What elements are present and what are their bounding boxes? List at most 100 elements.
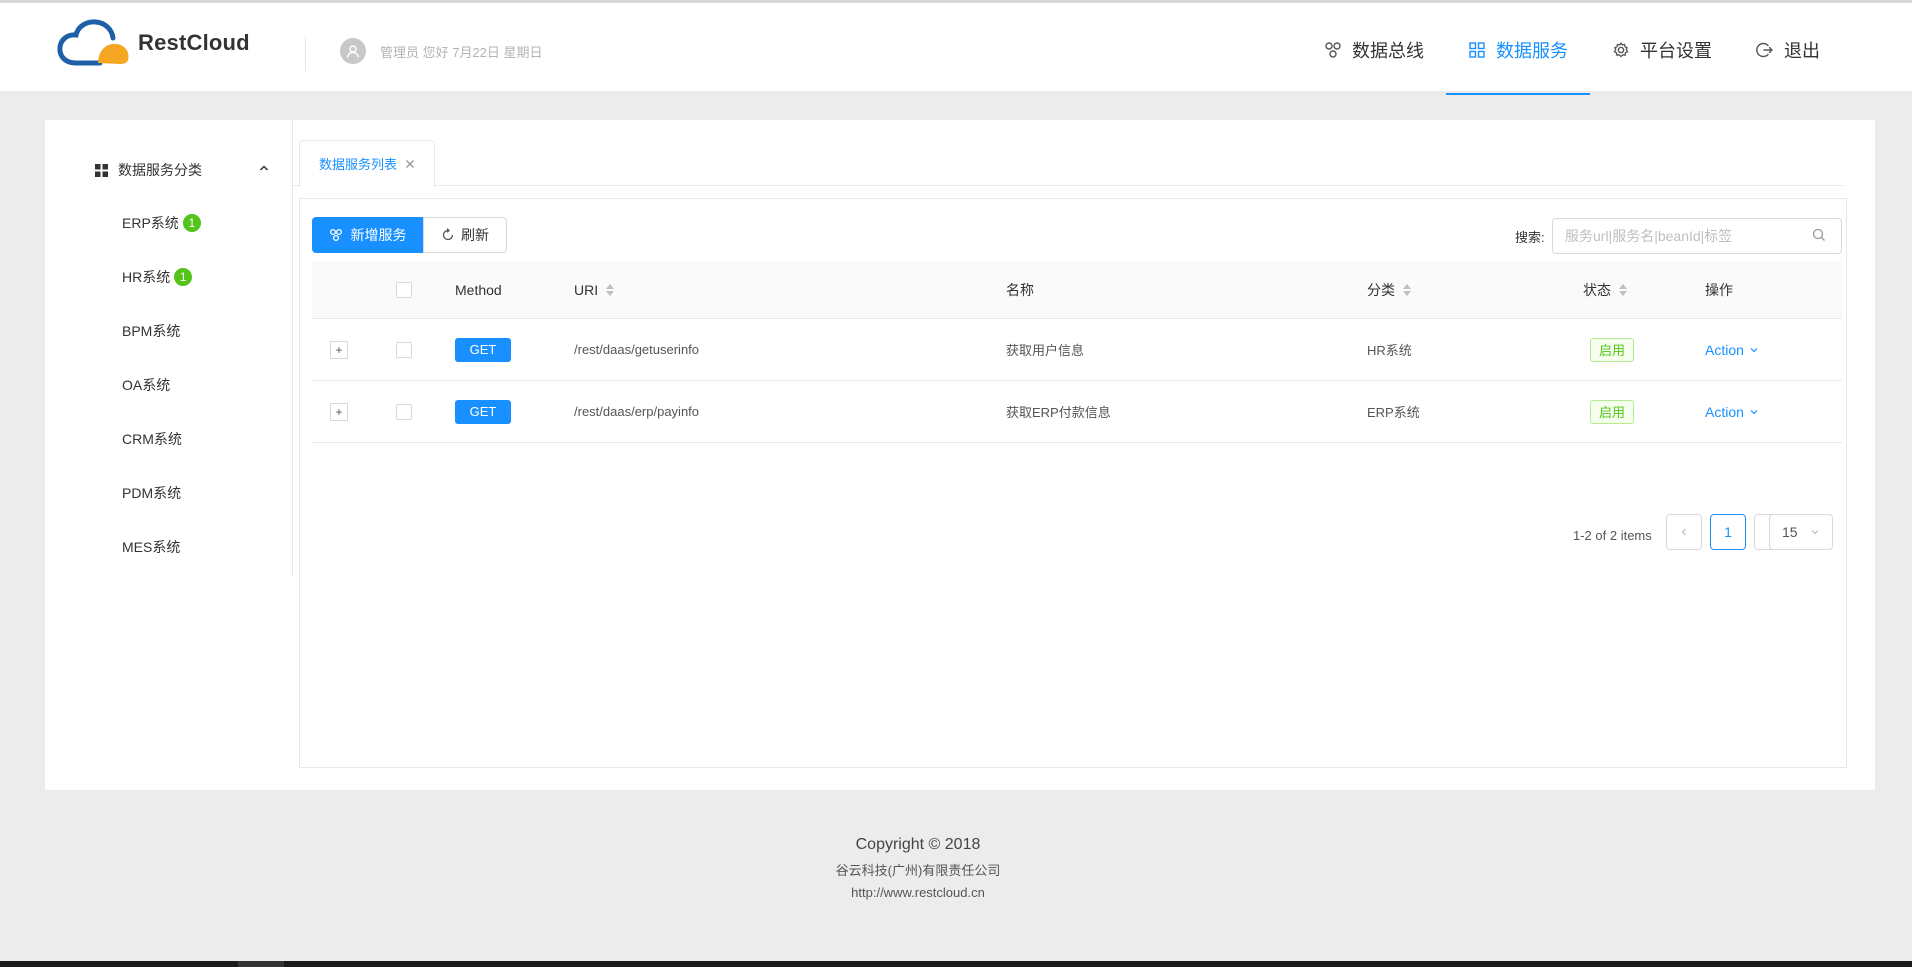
action-label: Action — [1705, 341, 1744, 358]
table-row: + GET /rest/daas/erp/payinfo 获取ERP付款信息 E… — [312, 381, 1842, 443]
column-label: URI — [574, 281, 599, 298]
user-greeting-text: 管理员 您好 7月22日 星期日 — [380, 44, 543, 60]
nav-data-bus-label: 数据总线 — [1352, 41, 1424, 61]
sidebar-item-hr[interactable]: HR系统 1 — [122, 266, 195, 288]
nav-data-service-label: 数据服务 — [1496, 41, 1568, 61]
sidebar-item-oa[interactable]: OA系统 — [122, 374, 170, 396]
sidebar-item-label: HR系统 — [122, 269, 171, 285]
app-header: RestCloud 管理员 您好 7月22日 星期日 数据总线 数据服务 平台设… — [0, 3, 1912, 95]
main-card: 数据服务分类 ERP系统 1 HR系统 1 BPM系统 OA系统 CRM系统 P… — [45, 120, 1875, 790]
tab-label: 数据服务列表 — [318, 157, 397, 172]
chevron-up-icon[interactable] — [258, 162, 270, 174]
apps-icon — [95, 163, 108, 177]
sidebar-item-mes[interactable]: MES系统 — [122, 536, 180, 558]
column-status[interactable]: 状态 — [1583, 261, 1627, 318]
column-label: 操作 — [1705, 281, 1733, 298]
user-avatar-icon[interactable] — [340, 38, 366, 64]
content-area: 数据服务列表 新增服务 刷新 搜索: 服务url|服务名|beanId|标签 M… — [293, 140, 1855, 768]
column-actions: 操作 — [1705, 261, 1733, 318]
column-category[interactable]: 分类 — [1367, 261, 1411, 318]
gear-icon — [1612, 41, 1630, 59]
method-tag: GET — [455, 337, 511, 362]
sidebar-item-label: PDM系统 — [122, 485, 182, 501]
count-badge: 1 — [180, 212, 203, 234]
column-uri[interactable]: URI — [574, 261, 615, 318]
prev-page-button[interactable] — [1666, 514, 1702, 550]
header-divider — [305, 37, 306, 71]
status-badge: 启用 — [1590, 337, 1634, 362]
category-sidebar: 数据服务分类 ERP系统 1 HR系统 1 BPM系统 OA系统 CRM系统 P… — [45, 120, 293, 576]
row-category: ERP系统 — [1367, 405, 1420, 420]
row-action-dropdown[interactable]: Action — [1705, 342, 1759, 358]
search-icon[interactable] — [1812, 228, 1826, 242]
bus-icon — [1324, 41, 1342, 59]
sidebar-item-bpm[interactable]: BPM系统 — [122, 320, 180, 342]
chevron-left-icon — [1681, 528, 1686, 536]
user-greeting: 管理员 您好 7月22日 星期日 — [340, 38, 543, 64]
bus-icon — [329, 228, 343, 242]
taskbar-strip — [0, 961, 1912, 967]
company-name: 谷云科技(广州)有限责任公司 — [835, 863, 1001, 878]
select-all-checkbox[interactable] — [396, 281, 412, 298]
nav-data-bus[interactable]: 数据总线 — [1302, 6, 1446, 94]
page-size-select[interactable]: 15 — [1769, 514, 1833, 550]
expand-row-button[interactable]: + — [330, 340, 348, 359]
sidebar-group-title: 数据服务分类 — [118, 162, 202, 178]
row-name: 获取ERP付款信息 — [1006, 405, 1111, 420]
column-label: Method — [455, 281, 502, 298]
sidebar-item-label: BPM系统 — [122, 323, 181, 339]
page-size-value: 15 — [1782, 524, 1798, 540]
nav-logout[interactable]: 退出 — [1734, 6, 1842, 94]
copyright-text: Copyright © 2018 — [855, 836, 981, 853]
row-action-dropdown[interactable]: Action — [1705, 404, 1759, 420]
service-list-panel: 新增服务 刷新 搜索: Method — [299, 198, 1847, 768]
refresh-icon — [441, 228, 455, 242]
nav-data-service[interactable]: 数据服务 — [1446, 6, 1590, 95]
refresh-button[interactable]: 刷新 — [423, 217, 507, 253]
sidebar-item-label: CRM系统 — [122, 431, 182, 447]
row-uri: /rest/daas/erp/payinfo — [574, 404, 700, 419]
select-all-checkbox-cell — [396, 261, 412, 318]
sidebar-item-erp[interactable]: ERP系统 1 — [122, 212, 203, 234]
close-icon[interactable] — [405, 159, 415, 169]
sidebar-item-crm[interactable]: CRM系统 — [122, 428, 182, 450]
row-name: 获取用户信息 — [1006, 343, 1085, 358]
chevron-down-icon — [1749, 407, 1759, 417]
sidebar-item-label: MES系统 — [122, 539, 181, 555]
column-label: 状态 — [1583, 281, 1611, 298]
search-label: 搜索: — [1515, 230, 1545, 245]
nav-platform-settings-label: 平台设置 — [1640, 41, 1712, 61]
sort-icon[interactable] — [1619, 283, 1627, 296]
action-label: Action — [1705, 403, 1744, 420]
company-url[interactable]: http://www.restcloud.cn — [0, 885, 1836, 900]
expand-row-button[interactable]: + — [330, 402, 348, 421]
table-row: + GET /rest/daas/getuserinfo 获取用户信息 HR系统… — [312, 319, 1842, 381]
row-checkbox[interactable] — [396, 403, 412, 420]
sort-icon[interactable] — [606, 283, 615, 296]
row-uri: /rest/daas/getuserinfo — [574, 342, 700, 357]
add-service-label: 新增服务 — [350, 227, 407, 243]
chevron-down-icon — [1749, 345, 1759, 355]
refresh-label: 刷新 — [461, 227, 489, 243]
page-button[interactable]: 1 — [1710, 514, 1746, 550]
page-footer: Copyright © 2018 谷云科技(广州)有限责任公司 http://w… — [0, 836, 1836, 900]
row-category: HR系统 — [1367, 343, 1412, 358]
nav-platform-settings[interactable]: 平台设置 — [1590, 6, 1734, 94]
status-badge: 启用 — [1590, 399, 1634, 424]
tab-service-list[interactable]: 数据服务列表 — [299, 140, 435, 187]
restcloud-logo[interactable]: RestCloud — [56, 17, 256, 69]
search-input[interactable] — [1552, 218, 1842, 254]
top-nav: 数据总线 数据服务 平台设置 退出 — [1302, 6, 1842, 95]
table-header: Method URI 名称 分类 状态 操作 — [312, 261, 1842, 319]
brand-name: RestCloud — [138, 30, 250, 55]
sidebar-item-pdm[interactable]: PDM系统 — [122, 482, 181, 504]
tab-bar: 数据服务列表 — [293, 140, 1843, 187]
sidebar-group-header[interactable]: 数据服务分类 — [95, 160, 270, 180]
column-label: 名称 — [1006, 281, 1034, 298]
add-service-button[interactable]: 新增服务 — [312, 217, 423, 253]
row-checkbox[interactable] — [396, 341, 412, 358]
sidebar-item-label: ERP系统 — [122, 215, 179, 231]
chevron-down-icon — [1811, 530, 1819, 535]
sort-icon[interactable] — [1403, 283, 1411, 296]
method-tag: GET — [455, 399, 511, 424]
